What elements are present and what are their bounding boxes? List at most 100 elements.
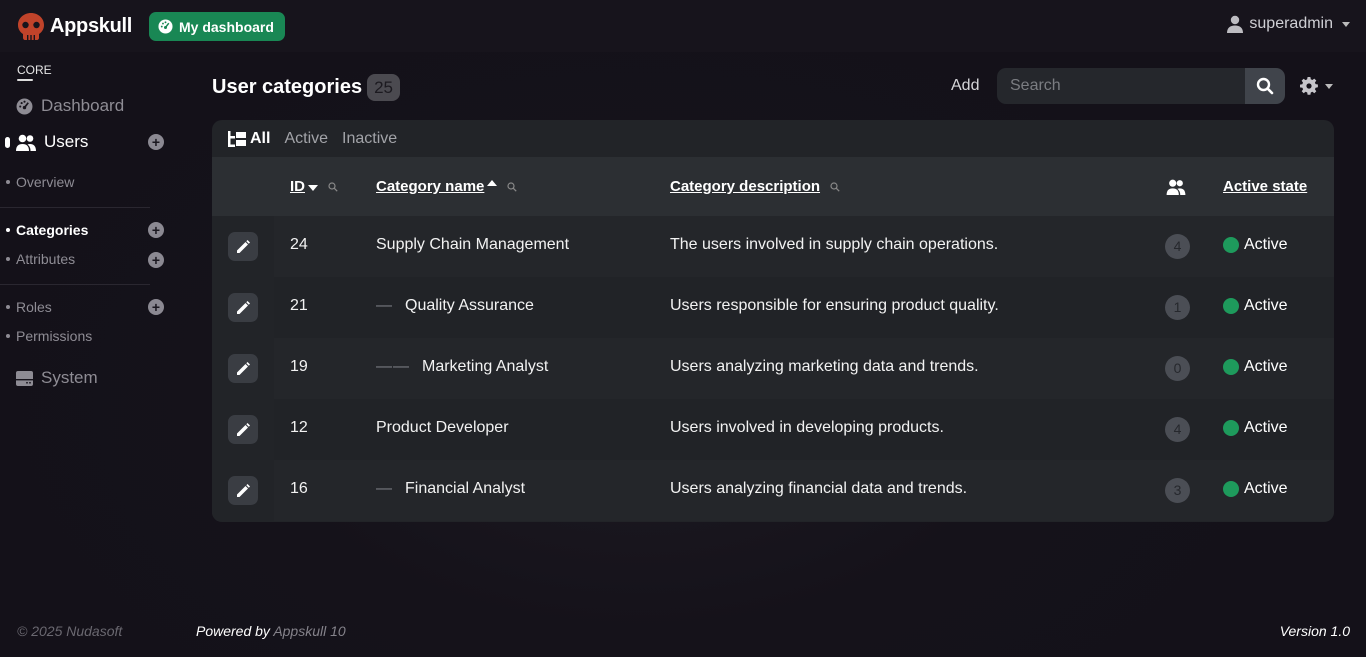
cell-id: 24 [290,236,308,253]
category-name: Quality Assurance [405,297,534,314]
cell-name[interactable]: — Financial Analyst [376,480,525,498]
cell-id: 21 [290,297,308,314]
chevron-down-icon [1325,83,1333,89]
sidebar-item-dashboard[interactable]: Dashboard [16,96,124,116]
edit-cell [212,460,274,521]
edit-cell [212,216,274,277]
search-input[interactable] [997,68,1245,104]
edit-button[interactable] [228,232,258,261]
cell-state: Active [1223,480,1288,498]
edit-button[interactable] [228,354,258,383]
edit-button[interactable] [228,476,258,505]
sidebar-item-overview[interactable]: Overview [6,174,74,190]
add-role-button[interactable]: + [148,299,164,315]
sidebar-item-permissions[interactable]: Permissions [6,328,92,344]
filter-tab-all[interactable]: All [228,130,270,148]
column-header-label: Category description [670,178,821,195]
column-header-description[interactable]: Category description [670,178,840,195]
category-name: Financial Analyst [405,480,526,497]
cell-description: Users analyzing marketing data and trend… [670,358,979,375]
sidebar-item-label: Overview [16,174,75,190]
column-header-label: ID [290,178,305,195]
column-header-state[interactable]: Active state [1223,178,1307,195]
bullet [6,180,10,184]
search-form [997,68,1285,104]
cell-state: Active [1223,419,1288,437]
sidebar-item-label: Permissions [16,328,93,344]
edit-button[interactable] [228,293,258,322]
filter-tabs: All Active Inactive [212,120,1334,157]
table-row: 21 — Quality Assurance Users responsible fo… [212,277,1334,338]
record-count-badge: 25 [367,74,400,101]
version: Version 1.0 [1279,623,1350,639]
sidebar-item-categories[interactable]: Categories [6,222,88,238]
status-dot-icon [1223,237,1239,253]
hard-drive-icon [16,370,33,386]
table-row: 12 Product Developer Users involved in dev… [212,399,1334,460]
add-category-button[interactable]: + [148,222,164,238]
sidebar-item-users[interactable]: Users [16,132,88,152]
gauge-icon [16,98,33,114]
powered-by-app-link[interactable]: Appskull 10 [273,623,345,639]
gear-icon [1300,77,1318,95]
cell-name[interactable]: —— Marketing Analyst [376,358,548,376]
user-count-badge: 4 [1165,234,1190,259]
sidebar-item-system[interactable]: System [16,368,98,388]
sort-asc-icon [487,179,498,186]
status-label: Active [1244,236,1288,253]
powered-by: Powered by Appskull 10 [196,623,346,639]
username: superadmin [1249,15,1333,32]
cell-name[interactable]: Supply Chain Management [376,236,569,254]
sort-desc-icon [308,185,318,191]
column-header-id[interactable]: ID [290,178,338,195]
bullet [6,334,10,338]
add-attribute-button[interactable]: + [148,252,164,268]
section-underline [17,79,33,81]
sidebar-item-attributes[interactable]: Attributes [6,251,75,267]
search-icon[interactable] [507,181,518,192]
cell-description: The users involved in supply chain opera… [670,236,999,253]
column-header-label: Category name [376,178,485,195]
brand-logo-link[interactable]: Appskull [16,11,132,41]
user-menu-dropdown[interactable]: superadmin [1227,15,1350,33]
cell-id: 12 [290,419,308,436]
status-label: Active [1244,480,1288,497]
chevron-down-icon [1342,21,1350,27]
cell-description: Users responsible for ensuring product q… [670,297,999,314]
filter-tab-label: Inactive [342,129,398,147]
active-indicator [5,137,10,148]
top-navbar: Appskull My dashboard superadmin [0,0,1366,52]
settings-dropdown[interactable] [1300,77,1333,95]
category-name: Supply Chain Management [376,236,570,253]
add-user-button[interactable]: + [148,134,164,150]
status-dot-icon [1223,420,1239,436]
cell-state: Active [1223,358,1288,376]
page-title-text: User categories [212,76,363,98]
cell-name[interactable]: — Quality Assurance [376,297,534,315]
bullet [6,305,10,309]
column-header-name[interactable]: Category name [376,178,518,195]
pencil-icon [237,300,250,314]
edit-cell [212,338,274,399]
sidebar-item-label: Attributes [16,251,76,267]
edit-button[interactable] [228,415,258,444]
search-button[interactable] [1245,68,1285,104]
category-name: Product Developer [376,419,509,436]
cell-name[interactable]: Product Developer [376,419,509,437]
user-count-badge: 0 [1165,356,1190,381]
add-button[interactable]: Add [951,77,979,95]
cell-state: Active [1223,297,1288,315]
filter-tab-inactive[interactable]: Inactive [342,130,397,148]
filter-tab-active[interactable]: Active [284,130,328,148]
sidebar-item-label: System [41,368,98,387]
pencil-icon [237,239,250,253]
search-icon[interactable] [830,181,840,192]
sidebar-item-roles[interactable]: Roles [6,299,52,315]
brand-name: Appskull [50,14,133,37]
page-title: User categories 25 [212,74,400,101]
pencil-icon [237,483,250,497]
my-dashboard-button[interactable]: My dashboard [149,12,285,41]
powered-by-label: Powered by [196,623,270,639]
search-icon[interactable] [328,181,338,192]
bullet [6,257,10,261]
